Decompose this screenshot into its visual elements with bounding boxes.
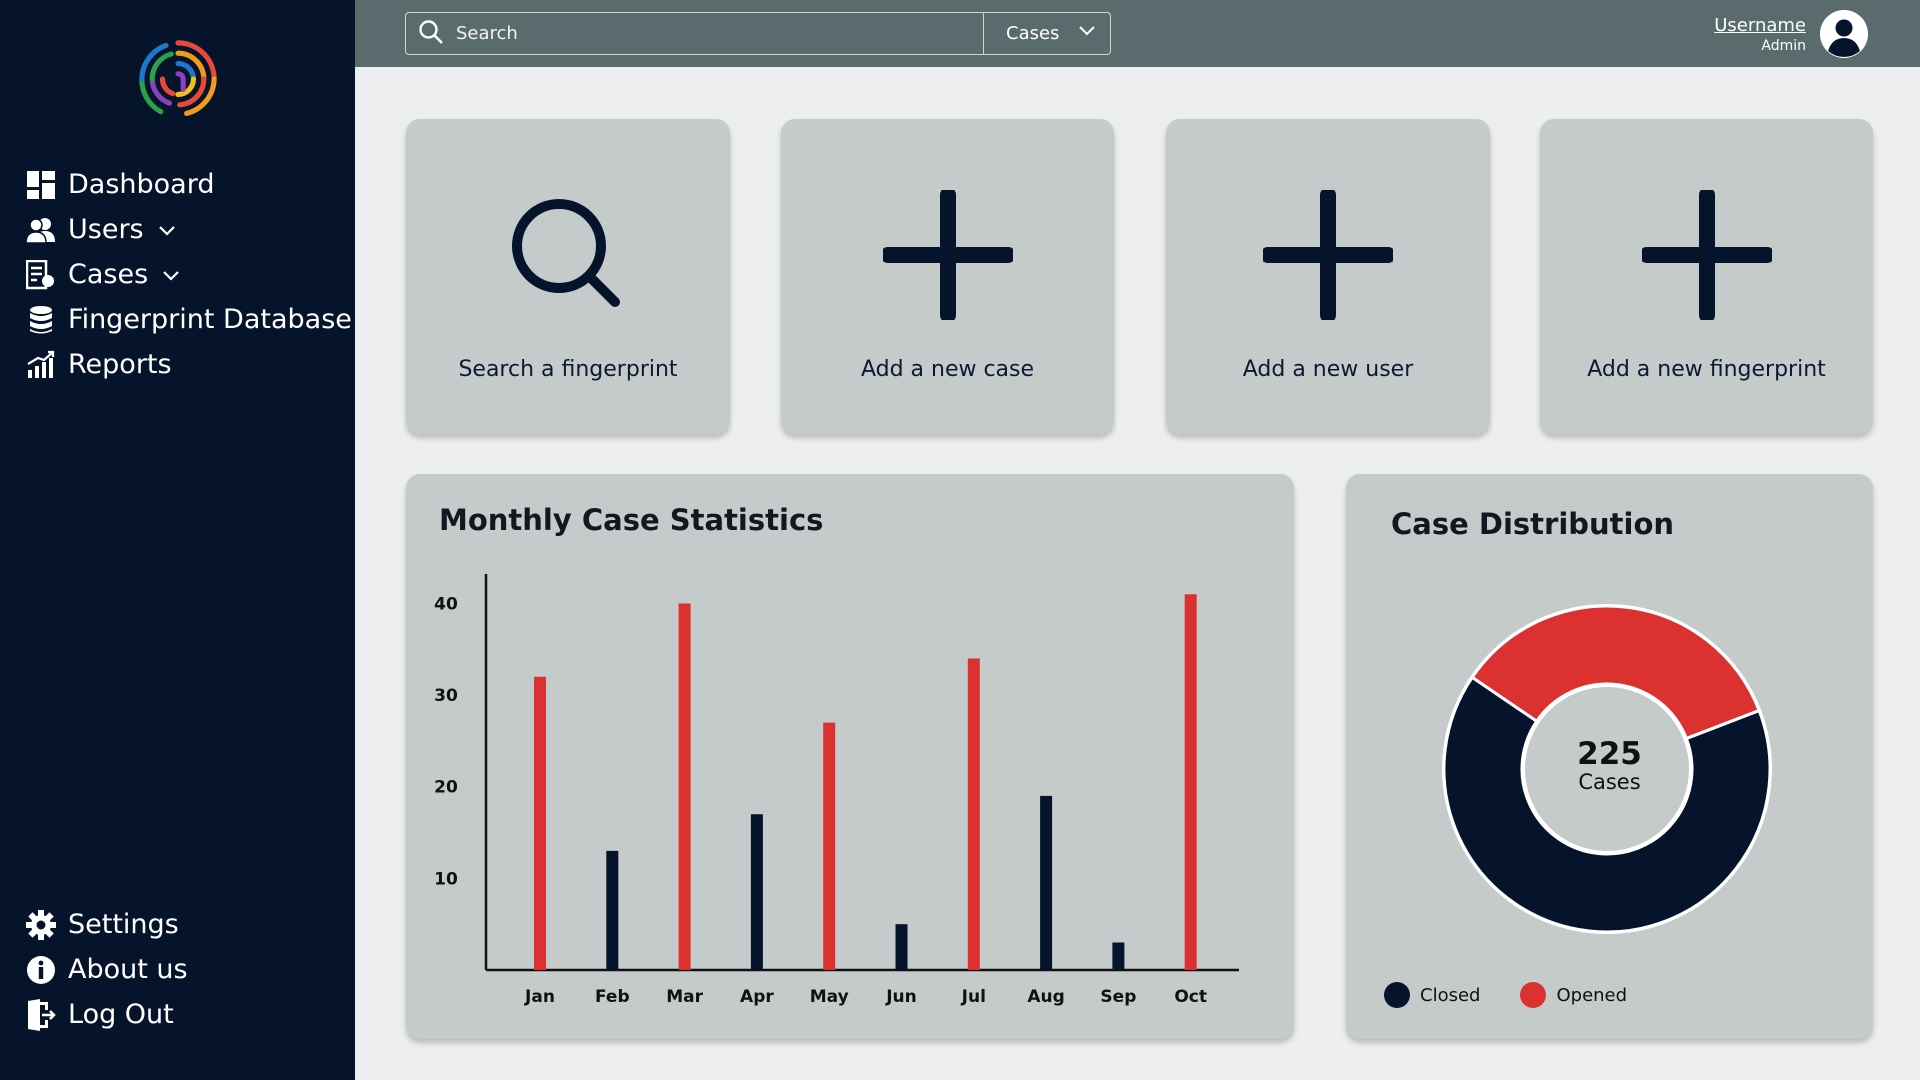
x-tick-label: Feb (595, 987, 630, 1007)
search-scope-select[interactable]: Cases (983, 13, 1110, 54)
chevron-down-icon[interactable] (162, 266, 180, 284)
y-tick-label: 40 (434, 594, 458, 614)
sidebar-item-reports[interactable]: Reports (26, 342, 352, 387)
chevron-down-icon (1078, 22, 1096, 45)
search-scope-value: Cases (1006, 23, 1060, 44)
legend-label: Closed (1420, 984, 1481, 1006)
sidebar-item-label: Fingerprint Database (68, 304, 352, 335)
sidebar-item-label: Log Out (68, 999, 174, 1030)
plus-icon (1258, 185, 1398, 325)
x-tick-label: Jan (524, 987, 555, 1007)
add-fingerprint-card[interactable]: Add a new fingerprint (1540, 119, 1873, 434)
bar-feb (606, 850, 619, 970)
sidebar-item-dashboard[interactable]: Dashboard (26, 162, 352, 207)
add-case-card[interactable]: Add a new case (781, 119, 1114, 434)
bar-may (823, 722, 836, 970)
sidebar-item-label: Users (68, 214, 144, 245)
search-field[interactable] (406, 13, 983, 54)
cases-icon (26, 259, 56, 290)
legend-swatch-opened (1520, 982, 1547, 1008)
fingerprint-logo (139, 40, 217, 116)
chart-legend: Closed Opened (1384, 982, 1667, 1008)
sidebar-item-label: Settings (68, 909, 179, 940)
bar-jan (534, 676, 546, 970)
sidebar-item-label: Reports (68, 349, 172, 380)
sidebar-item-settings[interactable]: Settings (26, 902, 188, 947)
sidebar-item-label: Cases (68, 259, 149, 290)
y-tick-label: 30 (434, 686, 458, 706)
sidebar-item-label: About us (68, 954, 188, 985)
bar-apr (750, 814, 763, 970)
sidebar: Dashboard Users Cases Fingerprint Databa… (0, 0, 355, 1080)
reports-icon (26, 350, 56, 380)
search-icon (498, 185, 638, 325)
sidebar-item-users[interactable]: Users (26, 207, 352, 252)
gear-icon (26, 909, 56, 940)
top-bar: Cases Username Admin (355, 0, 1920, 67)
sidebar-item-fingerprint-database[interactable]: Fingerprint Database (26, 297, 352, 342)
bar-sep (1112, 942, 1125, 970)
x-tick-label: Apr (740, 987, 774, 1007)
username-link[interactable]: Username (1714, 15, 1806, 36)
avatar[interactable] (1820, 10, 1868, 58)
bar-mar (678, 603, 691, 970)
bar-jun (895, 924, 908, 970)
search-bar: Cases (405, 12, 1111, 55)
logout-icon (26, 998, 56, 1031)
bar-jul (967, 658, 980, 970)
monthly-stats-panel: Monthly Case Statistics 10 20 30 40 Jan Feb Ma… (406, 474, 1294, 1039)
sidebar-item-cases[interactable]: Cases (26, 252, 352, 297)
x-tick-label: Mar (666, 987, 703, 1007)
add-user-card[interactable]: Add a new user (1166, 119, 1490, 434)
plus-icon (878, 185, 1018, 325)
search-fingerprint-card[interactable]: Search a fingerprint (406, 119, 730, 434)
legend-swatch-closed (1384, 982, 1410, 1008)
x-tick-label: Oct (1174, 987, 1207, 1007)
donut-total-label: Cases (1578, 770, 1641, 794)
dashboard-icon (26, 170, 56, 200)
database-icon (26, 305, 56, 335)
x-tick-label: Aug (1027, 987, 1064, 1007)
users-icon (26, 215, 56, 245)
card-label: Search a fingerprint (458, 357, 678, 382)
legend-item-closed: Closed (1384, 982, 1480, 1008)
x-tick-label: Jun (885, 987, 917, 1007)
card-label: Add a new case (860, 357, 1035, 382)
sidebar-item-about[interactable]: About us (26, 947, 188, 992)
plus-icon (1637, 185, 1777, 325)
donut-total: 225 (1577, 736, 1642, 772)
search-input[interactable] (456, 23, 916, 44)
sidebar-item-logout[interactable]: Log Out (26, 992, 188, 1037)
x-tick-label: Jul (961, 987, 986, 1007)
y-tick-label: 20 (434, 778, 458, 798)
search-icon (418, 19, 444, 49)
sidebar-item-label: Dashboard (68, 169, 215, 200)
user-role: Admin (1761, 37, 1806, 54)
user-menu: Username Admin (1714, 10, 1868, 58)
bar-aug (1040, 795, 1053, 970)
card-label: Add a new fingerprint (1587, 357, 1826, 382)
y-tick-label: 10 (434, 869, 458, 889)
bar-oct (1184, 594, 1197, 970)
main-nav: Dashboard Users Cases Fingerprint Databa… (26, 162, 352, 387)
info-icon (26, 955, 56, 985)
sidebar-bottom-nav: Settings About us Log Out (26, 902, 188, 1037)
case-distribution-panel: Case Distribution 225 Cases Closed Opene… (1346, 474, 1873, 1039)
chevron-down-icon[interactable] (158, 221, 176, 239)
x-tick-label: Sep (1100, 987, 1136, 1007)
legend-label: Opened (1556, 984, 1628, 1006)
legend-item-opened: Opened (1520, 982, 1627, 1008)
monthly-bar-chart: 10 20 30 40 Jan Feb Mar Apr May Jun Jul Aug Sep Oct (434, 574, 1239, 1007)
card-label: Add a new user (1242, 357, 1414, 382)
x-tick-label: May (810, 987, 849, 1007)
